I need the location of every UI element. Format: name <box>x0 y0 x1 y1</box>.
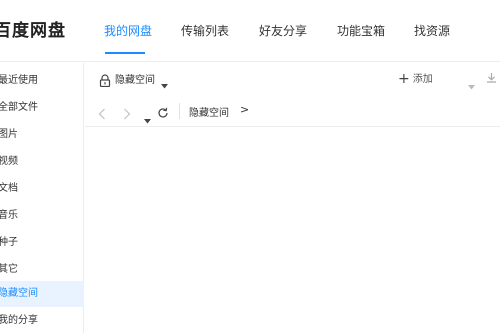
chevron-down-icon[interactable] <box>161 74 168 93</box>
download-icon <box>487 73 496 83</box>
lock-icon <box>99 72 111 88</box>
path-bar: 隐藏空间 > <box>85 95 500 127</box>
sidebar-item-documents[interactable]: 文档 <box>0 176 84 202</box>
tab-find-resources[interactable]: 找资源 <box>414 22 450 39</box>
sidebar-item-label: 音乐 <box>0 210 18 221</box>
breadcrumb-current[interactable]: 隐藏空间 <box>189 104 229 119</box>
sidebar-item-torrents[interactable]: 种子 <box>0 230 84 256</box>
sidebar: 最近使用 全部文件 图片 视频 文档 音乐 种子 其它 隐藏空间 我的分享 <box>0 63 84 333</box>
tab-friend-share[interactable]: 好友分享 <box>259 22 307 39</box>
breadcrumb-arrow[interactable]: > <box>240 103 249 116</box>
top-navigation-bar: 百度网盘 我的网盘 传输列表 好友分享 功能宝箱 找资源 <box>0 0 500 62</box>
add-button[interactable]: + 添加 <box>398 70 433 87</box>
sidebar-item-label: 最近使用 <box>0 75 38 86</box>
tab-transfer-list[interactable]: 传输列表 <box>181 22 229 39</box>
plus-icon: + <box>398 71 410 87</box>
sidebar-item-images[interactable]: 图片 <box>0 122 84 148</box>
sidebar-item-label: 隐藏空间 <box>0 288 38 299</box>
sidebar-item-recent[interactable]: 最近使用 <box>0 68 84 94</box>
add-button-label: 添加 <box>412 74 433 85</box>
sidebar-item-label: 种子 <box>0 237 18 248</box>
sidebar-item-label: 我的分享 <box>0 315 38 326</box>
forward-arrow-icon[interactable] <box>123 105 131 124</box>
sidebar-item-label: 图片 <box>0 129 18 140</box>
sidebar-item-my-shares[interactable]: 我的分享 <box>0 308 84 333</box>
history-dropdown-icon[interactable] <box>144 109 151 128</box>
active-tab-indicator <box>105 52 145 54</box>
main-panel: 隐藏空间 +添加 下载 隐藏 <box>85 63 500 333</box>
sidebar-item-label: 视频 <box>0 156 18 167</box>
sidebar-item-label: 文档 <box>0 183 18 194</box>
path-divider <box>179 103 180 119</box>
tab-toolbox[interactable]: 功能宝箱 <box>337 22 385 39</box>
refresh-icon[interactable] <box>157 104 169 123</box>
file-list-area[interactable] <box>85 128 500 333</box>
sidebar-item-label: 其它 <box>0 264 18 275</box>
back-arrow-icon[interactable] <box>98 105 106 124</box>
tab-my-netdisk[interactable]: 我的网盘 <box>104 22 152 39</box>
download-button[interactable]: 下载 <box>486 70 500 85</box>
app-logo: 百度网盘 <box>0 21 66 41</box>
sidebar-item-hidden-space[interactable]: 隐藏空间 <box>0 281 84 307</box>
hidden-space-title[interactable]: 隐藏空间 <box>115 71 155 86</box>
toolbar: 隐藏空间 +添加 下载 <box>85 63 500 95</box>
sidebar-item-music[interactable]: 音乐 <box>0 203 84 229</box>
add-dropdown-chevron-icon[interactable] <box>468 75 475 94</box>
sidebar-item-other[interactable]: 其它 <box>0 257 84 283</box>
sidebar-item-label: 全部文件 <box>0 102 38 113</box>
sidebar-item-videos[interactable]: 视频 <box>0 149 84 175</box>
sidebar-item-all-files[interactable]: 全部文件 <box>0 95 84 121</box>
